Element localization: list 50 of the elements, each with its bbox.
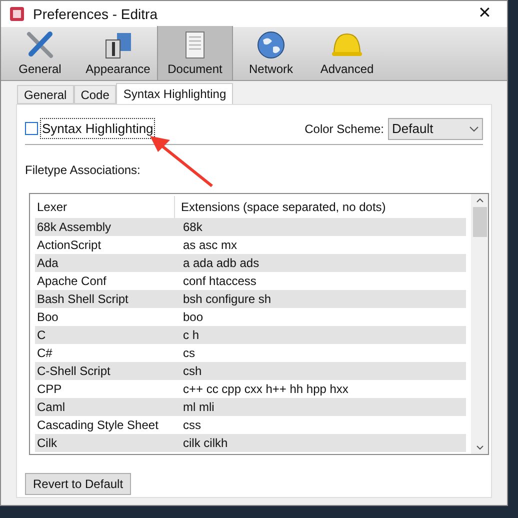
syntax-highlighting-checkbox[interactable]: Syntax Highlighting xyxy=(25,118,305,140)
column-header[interactable]: Extensions (space separated, no dots) xyxy=(175,196,466,218)
tab[interactable]: Syntax Highlighting xyxy=(116,83,234,104)
toolbar-tab[interactable]: Network xyxy=(233,26,309,80)
toolbar-tab[interactable]: Document xyxy=(157,26,233,80)
table-cell-text: Apache Conf xyxy=(36,273,108,290)
table-cell-text: c h xyxy=(182,327,200,344)
toolbar-tab[interactable]: Advanced xyxy=(309,26,385,80)
checkbox[interactable] xyxy=(25,122,38,135)
close-button[interactable]: ✕ xyxy=(470,2,499,26)
chevron-down-icon xyxy=(469,126,479,132)
revert-to-default-button[interactable]: Revert to Default xyxy=(25,473,132,495)
app-icon xyxy=(9,6,25,22)
table-cell-text: csh xyxy=(182,363,203,380)
filetype-associations-label: Filetype Associations: xyxy=(25,162,142,179)
scroll-up-icon[interactable] xyxy=(476,198,484,203)
table-cell-text: C# xyxy=(36,345,54,362)
scroll-down-icon[interactable] xyxy=(476,445,484,450)
tab[interactable]: Code xyxy=(74,85,116,104)
table-cell-text: ActionScript xyxy=(36,237,102,254)
table-cell-text: Cascading Style Sheet xyxy=(36,417,160,434)
table-cell-text: C xyxy=(36,327,47,344)
table-cell-text: cilk cilkh xyxy=(182,435,229,452)
table-cell-text: Caml xyxy=(36,399,66,416)
table-cell-text: Ada xyxy=(36,255,60,272)
table-cell-text: Boo xyxy=(36,309,60,326)
annotation-arrow xyxy=(148,134,214,188)
table-cell-text: Cilk xyxy=(36,435,58,452)
table-cell-text: bsh configure sh xyxy=(182,291,272,308)
table-cell-text: boo xyxy=(182,309,204,326)
scrollbar[interactable] xyxy=(471,194,488,454)
table-cell-text: 68k Assembly xyxy=(36,219,112,236)
table-cell-text: as asc mx xyxy=(182,237,238,254)
table-cell-text: css xyxy=(182,417,202,434)
table-cell-text: c++ cc cpp cxx h++ hh hpp hxx xyxy=(182,381,350,398)
window-title: Preferences - Editra xyxy=(33,4,158,24)
table-cell-text: CPP xyxy=(36,381,63,398)
table-cell-text: Bash Shell Script xyxy=(36,291,130,308)
table-cell-text: C-Shell Script xyxy=(36,363,112,380)
table-cell-text: ml mli xyxy=(182,399,216,416)
toolbar-tab[interactable]: General xyxy=(1,26,79,80)
toolbar-tab[interactable]: Appearance xyxy=(79,26,157,80)
table-cell-text: a ada adb ads xyxy=(182,255,260,272)
color-scheme-dropdown[interactable]: Default xyxy=(388,118,483,140)
table-cell-text: cs xyxy=(182,345,196,362)
scrollbar-thumb[interactable] xyxy=(472,207,486,237)
tab[interactable]: General xyxy=(17,85,74,104)
color-scheme-label: Color Scheme: xyxy=(304,120,384,138)
table-cell-text: 68k xyxy=(182,219,204,236)
table-cell-text: conf htaccess xyxy=(182,273,258,290)
